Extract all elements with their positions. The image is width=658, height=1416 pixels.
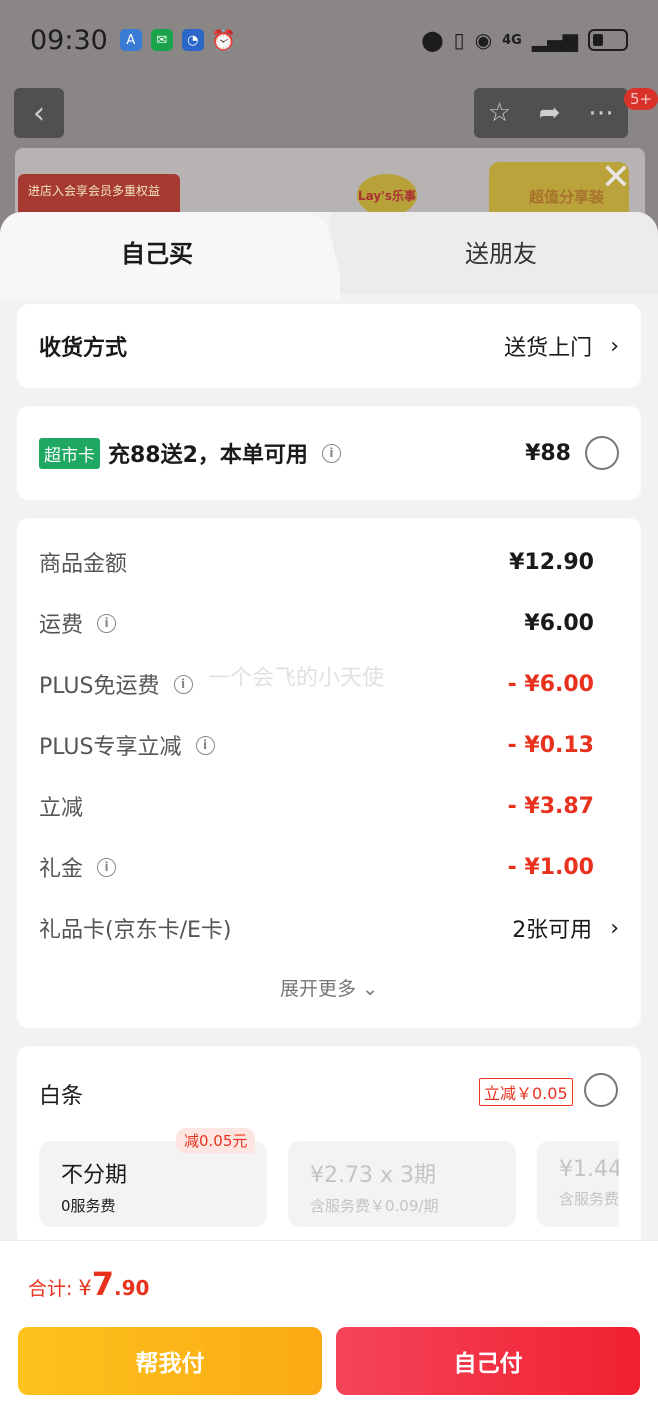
cost-row-plus-free-shipping: PLUS免运费 i - ¥6.00 [39, 664, 594, 704]
plan-main: ¥2.73 x 3期 [310, 1163, 436, 1188]
product-page-background: 09:30 A ✉ ◔ ⏰ ⬤ ▯ ◉ 4G ▂▄▆ ‹ ☆ ➦ ⋯ 5+ 进店… [0, 0, 658, 240]
message-badge: 5+ [624, 88, 658, 110]
cost-label: PLUS免运费 [39, 674, 160, 699]
plan-main: 不分期 [61, 1163, 128, 1188]
delivery-label: 收货方式 [39, 336, 128, 361]
cost-value: - ¥1.00 [507, 854, 594, 880]
delivery-value: 送货上门 [504, 336, 593, 361]
total-label: 合计: [28, 1278, 73, 1300]
brand-logo: Lay's乐事 [357, 174, 417, 216]
help-pay-button[interactable]: 帮我付 [18, 1327, 322, 1395]
installment-plan-3[interactable]: ¥2.73 x 3期 含服务费￥0.09/期 [288, 1141, 516, 1227]
signal-icon: ▂▄▆ [531, 28, 578, 52]
checkout-sheet: 自己买 送朋友 收货方式 送货上门 › 超市卡 充88送2，本单可用 i ¥88… [0, 212, 658, 1416]
back-button[interactable]: ‹ [14, 88, 64, 138]
cost-value: ¥6.00 [524, 610, 594, 636]
cost-value: - ¥0.13 [507, 732, 594, 758]
expand-more-label: 展开更多 [280, 978, 357, 1000]
info-icon[interactable]: i [97, 613, 117, 633]
status-bar: 09:30 A ✉ ◔ ⏰ ⬤ ▯ ◉ 4G ▂▄▆ [0, 0, 658, 80]
cost-value: ¥12.90 [509, 549, 594, 575]
tab-buy-self-label: 自己买 [121, 240, 193, 268]
installment-plan-6[interactable]: ¥1.44 含服务费 [537, 1141, 619, 1227]
map-app-icon: ◔ [181, 29, 204, 51]
super-card-radio[interactable] [585, 436, 619, 470]
tab-send-friend-label: 送朋友 [465, 240, 537, 268]
cost-label: PLUS专享立减 [39, 735, 182, 760]
plan-discount-badge: 减0.05元 [176, 1128, 256, 1153]
self-pay-button[interactable]: 自己付 [336, 1327, 640, 1395]
cost-value: - ¥3.87 [507, 793, 594, 819]
share-icon[interactable]: ➦ [539, 98, 561, 128]
super-card-row[interactable]: 超市卡 充88送2，本单可用 i ¥88 [17, 406, 641, 500]
status-time: 09:30 [30, 24, 108, 56]
installment-plan-none[interactable]: 不分期 0服务费 [39, 1141, 267, 1227]
info-icon[interactable]: i [97, 857, 117, 877]
more-icon[interactable]: ⋯ [588, 98, 614, 128]
installment-plan-list: 不分期 0服务费 ¥2.73 x 3期 含服务费￥0.09/期 ¥1.44 含服… [39, 1141, 619, 1236]
plan-sub: 0服务费 [61, 1197, 116, 1215]
plan-sub: 含服务费 [559, 1190, 619, 1208]
gift-card-label: 礼品卡(京东卡/E卡) [39, 918, 232, 943]
vibrate-icon: ▯ [453, 28, 465, 52]
plan-sub: 含服务费￥0.09/期 [310, 1197, 439, 1215]
super-card-text: 充88送2，本单可用 [108, 443, 308, 468]
network-label: 4G [502, 32, 522, 48]
battery-icon [588, 29, 628, 51]
nav-actions: ☆ ➦ ⋯ [474, 88, 628, 138]
chevron-left-icon: ‹ [33, 95, 45, 131]
close-icon[interactable]: ✕ [598, 160, 634, 196]
cost-row-instant-discount: 立减 - ¥3.87 [39, 786, 594, 826]
info-icon[interactable]: i [173, 674, 193, 694]
super-card-price: ¥88 [525, 440, 571, 466]
delivery-method-row[interactable]: 收货方式 送货上门 › [17, 304, 641, 388]
total-decimal: .90 [114, 1276, 150, 1300]
cost-label: 商品金额 [39, 552, 128, 577]
cost-value: - ¥6.00 [507, 671, 594, 697]
wechat-icon: ✉ [150, 29, 173, 51]
cost-label: 运费 [39, 613, 84, 638]
chevron-right-icon: › [610, 333, 619, 359]
cost-row-goods: 商品金额 ¥12.90 [39, 542, 594, 582]
baitiao-card: 白条 立减￥0.05 不分期 0服务费 ¥2.73 x 3期 含服务费￥0.09… [17, 1046, 641, 1246]
cost-row-plus-discount: PLUS专享立减 i - ¥0.13 [39, 725, 594, 765]
plan-main: ¥1.44 [559, 1157, 619, 1182]
total-currency: ¥ [78, 1276, 92, 1300]
alarm-icon: ⏰ [211, 28, 237, 52]
cost-row-gift-money: 礼金 i - ¥1.00 [39, 847, 594, 887]
checkout-footer: 合计: ¥ 7 .90 帮我付 自己付 [0, 1240, 658, 1416]
total-integer: 7 [91, 1265, 115, 1303]
cost-breakdown: 商品金额 ¥12.90 运费 i ¥6.00 PLUS免运费 i - ¥6.00… [17, 518, 641, 1028]
info-icon[interactable]: i [321, 443, 341, 463]
info-icon[interactable]: i [195, 735, 215, 755]
baitiao-title: 白条 [39, 1084, 84, 1109]
status-indicators: ⬤ ▯ ◉ 4G ▂▄▆ [421, 28, 628, 52]
gift-card-value-group: 2张可用 › [512, 912, 619, 944]
delivery-value-group: 送货上门 › [504, 330, 619, 362]
cost-row-shipping: 运费 i ¥6.00 [39, 603, 594, 643]
gift-card-row[interactable]: 礼品卡(京东卡/E卡) 2张可用 › [39, 908, 619, 948]
total-amount: 合计: ¥ 7 .90 [28, 1265, 149, 1303]
cost-label: 礼金 [39, 857, 84, 882]
chevron-right-icon: › [610, 915, 619, 941]
star-icon[interactable]: ☆ [488, 98, 511, 128]
hotspot-icon: ◉ [474, 28, 493, 52]
app-notification-icon: A [119, 29, 142, 51]
super-card-tag: 超市卡 [39, 437, 100, 469]
baitiao-promo-badge: 立减￥0.05 [479, 1078, 573, 1106]
chevron-down-icon: ⌄ [362, 978, 378, 1000]
gift-card-value: 2张可用 [512, 918, 593, 943]
expand-more-button[interactable]: 展开更多 ⌄ [17, 974, 641, 1001]
baitiao-radio[interactable] [584, 1073, 618, 1107]
cost-label: 立减 [39, 796, 84, 821]
location-icon: ⬤ [421, 28, 444, 52]
